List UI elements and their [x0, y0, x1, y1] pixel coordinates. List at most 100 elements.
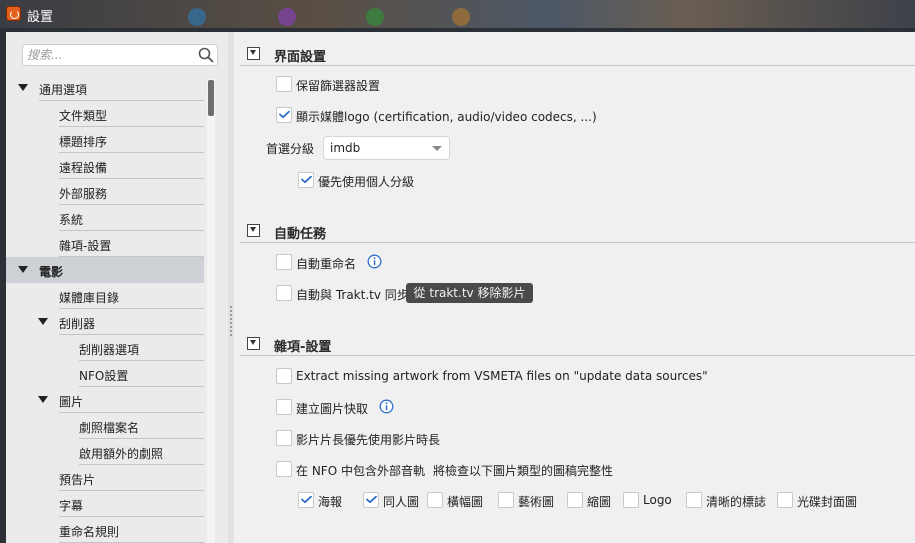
trakt-remove-button[interactable]: 從 trakt.tv 移除影片 [406, 283, 533, 303]
sidebar-item[interactable]: 字幕 [6, 491, 204, 517]
show-logo-checkbox[interactable] [276, 107, 292, 123]
checkmark-icon [301, 176, 312, 183]
sidebar-item[interactable]: 圖片 [6, 387, 204, 413]
sidebar-item[interactable]: 文件類型 [6, 101, 204, 127]
vsmeta-option[interactable]: Extract missing artwork from VSMETA file… [276, 367, 776, 387]
section-header-misc[interactable]: 雜項-設置 [240, 334, 915, 356]
collapse-toggle[interactable] [247, 47, 260, 60]
image-cache-checkbox[interactable] [276, 399, 292, 415]
personal-rating-label: 優先使用個人分級 [318, 175, 415, 189]
keep-filter-label: 保留篩選器設置 [296, 79, 381, 93]
nfo-audio-option[interactable]: 在 NFO 中包含外部音軌 [276, 460, 446, 480]
vsmeta-checkbox[interactable] [276, 368, 292, 384]
auto-rename-checkbox[interactable] [276, 254, 292, 270]
artwork-type-label: 藝術圖 [518, 495, 555, 509]
sidebar-item[interactable]: 標題排序 [6, 127, 204, 153]
artwork-type-option[interactable]: 藝術圖 [498, 491, 578, 511]
runtime-option[interactable]: 影片片長優先使用影片時長 [276, 429, 476, 449]
artwork-type-checkbox[interactable] [686, 492, 702, 508]
keep-filter-option[interactable]: 保留篩選器設置 [276, 75, 576, 95]
artwork-type-checkbox[interactable] [498, 492, 514, 508]
section-header-ui[interactable]: 界面設置 [240, 44, 915, 66]
personal-rating-checkbox[interactable] [298, 172, 314, 188]
runtime-checkbox[interactable] [276, 430, 292, 446]
sidebar-item[interactable]: 外部服務 [6, 179, 204, 205]
scrollbar-thumb[interactable] [208, 80, 214, 116]
sidebar-item-label: 標題排序 [59, 135, 108, 149]
artwork-type-checkbox[interactable] [427, 492, 443, 508]
show-logo-option[interactable]: 顯示媒體logo (certification, audio/video cod… [276, 106, 726, 126]
search-box [22, 44, 218, 66]
sidebar-item-label: 啟用額外的劇照 [79, 447, 164, 461]
rating-label: 首選分級 [266, 142, 315, 156]
trakt-sync-option[interactable]: 自動與 Trakt.tv 同步 [276, 284, 409, 304]
sidebar-item[interactable]: NFO設置 [6, 361, 204, 387]
auto-rename-option[interactable]: 自動重命名 [276, 253, 406, 273]
checkmark-icon [366, 496, 377, 503]
artwork-type-option[interactable]: 光碟封面圖 [777, 491, 857, 511]
app-icon [6, 6, 21, 21]
trakt-sync-checkbox[interactable] [276, 285, 292, 301]
sidebar-item[interactable]: 刮削器 [6, 309, 204, 335]
section-title: 界面設置 [274, 50, 327, 65]
search-icon[interactable] [198, 47, 214, 63]
chevron-down-icon [432, 146, 442, 151]
sidebar-item-label: 雜項-設置 [59, 239, 112, 253]
sidebar-scrollbar[interactable] [207, 79, 215, 543]
artwork-type-checkbox[interactable] [777, 492, 793, 508]
artwork-type-label: 光碟封面圖 [797, 495, 858, 509]
expand-arrow-icon[interactable] [18, 266, 28, 273]
sidebar-item-label: 劇照檔案名 [79, 421, 140, 435]
artwork-type-checkbox[interactable] [567, 492, 583, 508]
keep-filter-checkbox[interactable] [276, 76, 292, 92]
artwork-type-checkbox[interactable] [298, 492, 314, 508]
section-title: 自動任務 [274, 227, 327, 242]
sidebar-item[interactable]: 啟用額外的劇照 [6, 439, 204, 465]
sidebar-item[interactable]: 遠程設備 [6, 153, 204, 179]
sidebar-item[interactable]: 劇照檔案名 [6, 413, 204, 439]
runtime-label: 影片片長優先使用影片時長 [296, 433, 441, 447]
sidebar-item-label: 刮削器選項 [79, 343, 140, 357]
sidebar-item[interactable]: 雜項-設置 [6, 231, 204, 257]
sidebar-item[interactable]: 系統 [6, 205, 204, 231]
sidebar-item-label: 通用選項 [39, 83, 88, 97]
sidebar-item[interactable]: 電影 [6, 257, 204, 283]
collapse-toggle[interactable] [247, 224, 260, 237]
sidebar-item-label: 字幕 [59, 499, 84, 513]
artwork-type-option[interactable]: 橫幅圖 [427, 491, 507, 511]
artwork-check-label: 將檢查以下圖片類型的圖稿完整性 [433, 464, 614, 478]
sidebar-item-label: 遠程設備 [59, 161, 108, 175]
expand-arrow-icon[interactable] [18, 84, 28, 91]
sidebar-item-label: 外部服務 [59, 187, 108, 201]
sidebar-item-label: 媒體庫目錄 [59, 291, 120, 305]
trakt-sync-label: 自動與 Trakt.tv 同步 [296, 288, 409, 302]
sidebar-item[interactable]: 媒體庫目錄 [6, 283, 204, 309]
sidebar-item[interactable]: 刮削器選項 [6, 335, 204, 361]
search-input[interactable] [27, 47, 187, 63]
artwork-type-checkbox[interactable] [623, 492, 639, 508]
artwork-type-label: 海報 [318, 495, 343, 509]
personal-rating-option[interactable]: 優先使用個人分級 [298, 171, 498, 191]
sidebar-item[interactable]: 預告片 [6, 465, 204, 491]
artwork-type-label: Logo [643, 493, 672, 507]
info-icon[interactable] [367, 254, 382, 269]
auto-rename-label: 自動重命名 [296, 257, 357, 271]
rating-select[interactable]: imdb [323, 136, 450, 160]
artwork-type-checkbox[interactable] [363, 492, 379, 508]
section-header-auto[interactable]: 自動任務 [240, 221, 915, 243]
nfo-audio-checkbox[interactable] [276, 461, 292, 477]
sidebar: 通用選項文件類型標題排序遠程設備外部服務系統雜項-設置電影媒體庫目錄刮削器刮削器… [6, 32, 228, 543]
background-decoration [366, 8, 384, 26]
artwork-type-label: 同人圖 [383, 495, 420, 509]
collapse-toggle[interactable] [247, 337, 260, 350]
checkmark-icon [301, 496, 312, 503]
sidebar-item[interactable]: 通用選項 [6, 75, 204, 101]
artwork-type-option[interactable]: 清晰的標誌 [686, 491, 766, 511]
expand-arrow-icon[interactable] [38, 318, 48, 325]
sidebar-item[interactable]: 重命名規則 [6, 517, 204, 543]
settings-window: 通用選項文件類型標題排序遠程設備外部服務系統雜項-設置電影媒體庫目錄刮削器刮削器… [6, 32, 915, 543]
image-cache-option[interactable]: 建立圖片快取 [276, 398, 386, 418]
settings-tree: 通用選項文件類型標題排序遠程設備外部服務系統雜項-設置電影媒體庫目錄刮削器刮削器… [6, 75, 204, 543]
expand-arrow-icon[interactable] [38, 396, 48, 403]
info-icon[interactable] [379, 399, 394, 414]
